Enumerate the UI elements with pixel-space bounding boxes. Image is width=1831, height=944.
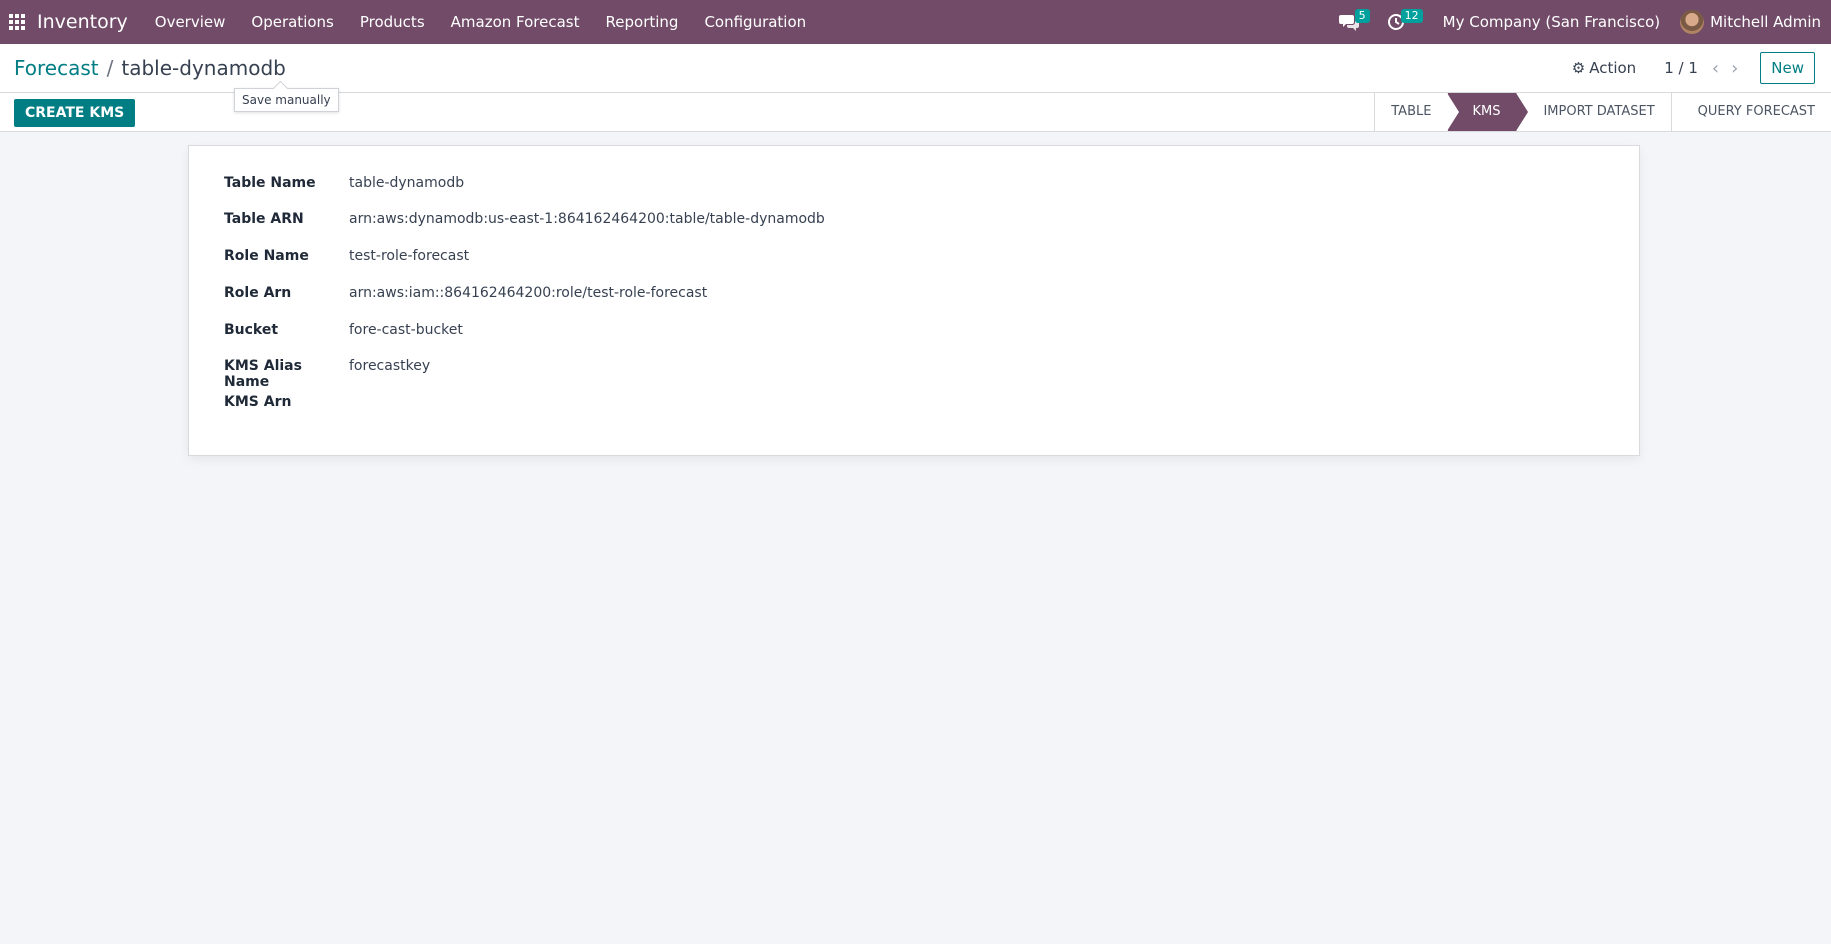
menu-overview[interactable]: Overview bbox=[142, 0, 239, 44]
menu-configuration[interactable]: Configuration bbox=[691, 0, 819, 44]
pager-value[interactable]: 1 / 1 bbox=[1664, 59, 1698, 77]
action-menu-button[interactable]: ⚙ Action bbox=[1572, 59, 1636, 77]
stage-bar: TABLE KMS IMPORT DATASET QUERY FORECAST bbox=[1374, 93, 1831, 131]
field-role-name: Role Name test-role-forecast bbox=[224, 248, 469, 264]
stage-table[interactable]: TABLE bbox=[1374, 93, 1448, 131]
messages-badge: 5 bbox=[1354, 9, 1370, 23]
menu-amazon-forecast[interactable]: Amazon Forecast bbox=[438, 0, 593, 44]
user-name: Mitchell Admin bbox=[1710, 13, 1821, 31]
field-value[interactable]: arn:aws:iam::864162464200:role/test-role… bbox=[349, 285, 707, 301]
field-value[interactable]: test-role-forecast bbox=[349, 248, 469, 264]
field-value[interactable]: arn:aws:dynamodb:us-east-1:864162464200:… bbox=[349, 211, 825, 227]
app-name[interactable]: Inventory bbox=[37, 11, 128, 33]
apps-menu-icon[interactable] bbox=[0, 0, 34, 44]
avatar bbox=[1680, 10, 1705, 34]
field-label: KMS Alias Name bbox=[224, 358, 302, 390]
stage-kms[interactable]: KMS bbox=[1447, 93, 1529, 131]
field-label: Role Name bbox=[224, 248, 309, 264]
field-label: Bucket bbox=[224, 322, 279, 338]
menu-products[interactable]: Products bbox=[347, 0, 438, 44]
pager-next-icon[interactable]: › bbox=[1725, 58, 1744, 79]
form-sheet: Table Name table-dynamodb Table ARN arn:… bbox=[188, 145, 1640, 456]
field-role-arn: Role Arn arn:aws:iam::864162464200:role/… bbox=[224, 285, 707, 301]
messages-button[interactable]: 5 bbox=[1329, 0, 1370, 44]
top-navbar: Inventory Overview Operations Products A… bbox=[0, 0, 1831, 44]
field-value[interactable]: table-dynamodb bbox=[349, 175, 464, 191]
stage-import-dataset[interactable]: IMPORT DATASET bbox=[1516, 93, 1671, 131]
breadcrumb: Forecast / table-dynamodb bbox=[14, 56, 286, 80]
stage-query-forecast[interactable]: QUERY FORECAST bbox=[1670, 93, 1831, 131]
activities-button[interactable]: 12 bbox=[1377, 0, 1423, 44]
save-tooltip: Save manually bbox=[234, 88, 339, 112]
breadcrumb-forecast-link[interactable]: Forecast bbox=[14, 56, 99, 80]
field-table-arn: Table ARN arn:aws:dynamodb:us-east-1:864… bbox=[224, 211, 825, 227]
field-label: Table ARN bbox=[224, 211, 304, 227]
menu-operations[interactable]: Operations bbox=[238, 0, 346, 44]
field-kms-arn: KMS Arn bbox=[224, 394, 349, 410]
pager-previous-icon[interactable]: ‹ bbox=[1706, 58, 1725, 79]
field-label: Role Arn bbox=[224, 285, 292, 301]
activities-badge: 12 bbox=[1400, 9, 1423, 23]
company-switcher[interactable]: My Company (San Francisco) bbox=[1429, 13, 1680, 31]
field-label: Table Name bbox=[224, 175, 316, 191]
menu-reporting[interactable]: Reporting bbox=[593, 0, 692, 44]
action-label: Action bbox=[1589, 59, 1637, 77]
field-table-name: Table Name table-dynamodb bbox=[224, 175, 464, 191]
field-kms-alias-name: KMS Alias Name forecastkey bbox=[224, 358, 430, 390]
field-bucket: Bucket fore-cast-bucket bbox=[224, 322, 463, 338]
field-label: KMS Arn bbox=[224, 394, 292, 410]
gear-icon: ⚙ bbox=[1571, 59, 1586, 77]
field-value[interactable]: fore-cast-bucket bbox=[349, 322, 463, 338]
create-kms-button[interactable]: CREATE KMS bbox=[14, 99, 136, 127]
record-title: table-dynamodb bbox=[121, 56, 286, 80]
breadcrumb-separator: / bbox=[106, 56, 114, 80]
user-menu[interactable]: Mitchell Admin bbox=[1680, 10, 1831, 34]
field-value[interactable]: forecastkey bbox=[349, 358, 430, 390]
new-button[interactable]: New bbox=[1760, 52, 1815, 84]
